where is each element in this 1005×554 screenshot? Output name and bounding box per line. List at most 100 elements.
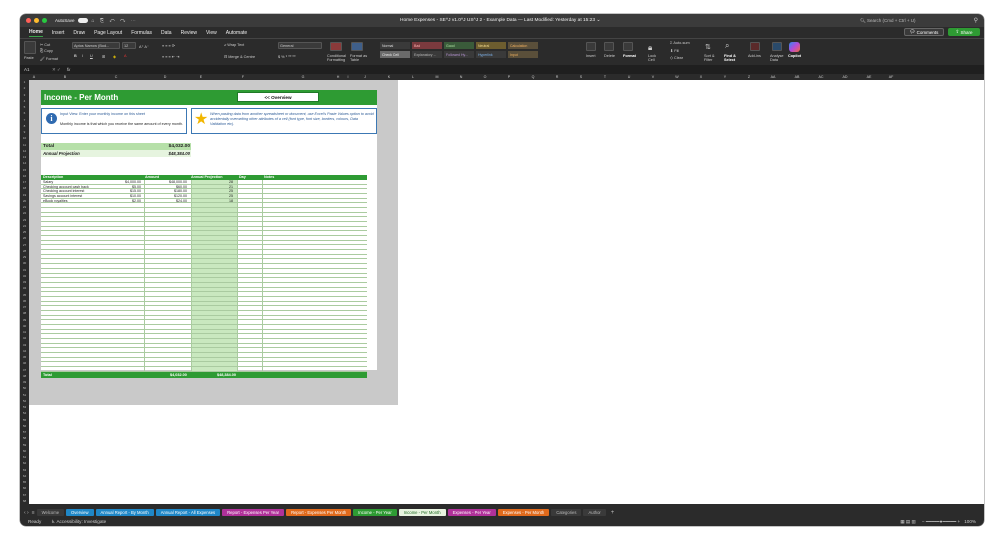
row-header[interactable]: 28: [20, 249, 29, 253]
row-header[interactable]: 55: [20, 418, 29, 422]
number-format-icons[interactable]: $ % ⁹ ⁰⁰ ⁰⁰: [278, 54, 295, 59]
sheet-tab[interactable]: Annual Report - All Expenses: [155, 509, 221, 516]
sheet-tab[interactable]: Expenses - Per Month: [497, 509, 550, 516]
row-header[interactable]: 8: [20, 124, 29, 128]
row-header[interactable]: 37: [20, 305, 29, 309]
row-header[interactable]: 68: [20, 499, 29, 503]
sheet-tab[interactable]: Overview: [66, 509, 94, 516]
conditional-formatting-button[interactable]: Conditional Formatting: [327, 54, 349, 62]
tab-page-layout[interactable]: Page Layout: [94, 30, 122, 36]
row-header[interactable]: 67: [20, 493, 29, 497]
row-header[interactable]: 15: [20, 168, 29, 172]
align-horizontal-icons[interactable]: ≡ ≡ ≡ ⇤ ⇥: [162, 54, 179, 59]
lock-cell-button[interactable]: Lock Cell: [648, 54, 662, 62]
row-header[interactable]: 11: [20, 143, 29, 147]
row-header[interactable]: 50: [20, 386, 29, 390]
bold-button[interactable]: B: [74, 54, 77, 58]
row-header[interactable]: 47: [20, 368, 29, 372]
row-header[interactable]: 20: [20, 199, 29, 203]
row-header[interactable]: 33: [20, 280, 29, 284]
row-header[interactable]: 26: [20, 236, 29, 240]
zoom-window-button[interactable]: [42, 18, 47, 23]
style-input[interactable]: Input: [508, 51, 538, 58]
row-header[interactable]: 38: [20, 311, 29, 315]
row-header[interactable]: 5: [20, 105, 29, 109]
delete-button[interactable]: Delete: [604, 54, 615, 58]
borders-button[interactable]: ⊞: [102, 54, 105, 59]
style-explanatory[interactable]: Explanatory ...: [412, 51, 442, 58]
tab-review[interactable]: Review: [181, 30, 197, 36]
format-cells-button[interactable]: Format: [623, 54, 636, 58]
delete-cells-icon[interactable]: [604, 42, 614, 51]
autosum-button[interactable]: Σ Auto-sum: [670, 41, 690, 45]
italic-button[interactable]: I: [82, 54, 83, 58]
format-as-table-icon[interactable]: [351, 42, 363, 51]
row-header[interactable]: 23: [20, 218, 29, 222]
zoom-level[interactable]: 100%: [964, 519, 976, 524]
row-header[interactable]: 32: [20, 274, 29, 278]
paste-icon[interactable]: [24, 41, 36, 54]
sheet-tab[interactable]: Author: [583, 509, 606, 516]
format-painter-button[interactable]: 🖌︎ Format: [40, 56, 58, 61]
style-hyperlink[interactable]: Hyperlink: [476, 51, 506, 58]
sheet-tab[interactable]: Report - Expenses Per Month: [286, 509, 352, 516]
row-header[interactable]: 39: [20, 318, 29, 322]
row-header[interactable]: 52: [20, 399, 29, 403]
row-header[interactable]: 65: [20, 480, 29, 484]
font-size-buttons[interactable]: A⁺ A⁻: [139, 44, 149, 49]
row-header[interactable]: 51: [20, 393, 29, 397]
sort-filter-button[interactable]: Sort & Filter: [704, 54, 718, 62]
row-header[interactable]: 30: [20, 261, 29, 265]
style-good[interactable]: Good: [444, 42, 474, 49]
format-cells-icon[interactable]: [623, 42, 633, 51]
insert-button[interactable]: Insert: [586, 54, 596, 58]
row-header[interactable]: 62: [20, 461, 29, 465]
tab-view[interactable]: View: [206, 30, 217, 36]
row-header[interactable]: 53: [20, 405, 29, 409]
sheet-tab[interactable]: Annual Report - By Month: [95, 509, 154, 516]
document-title[interactable]: Home Expenses - SE^J v1.0^J US^J 2 - Exa…: [400, 18, 600, 23]
search-box[interactable]: 🔍︎ Search (Cmd + Ctrl + U): [860, 18, 915, 24]
row-header[interactable]: 41: [20, 330, 29, 334]
row-header[interactable]: 6: [20, 111, 29, 115]
quick-access-icons[interactable]: ⌂ ⎘ ↶ ↷ ⋯: [92, 18, 138, 24]
insert-cells-icon[interactable]: [586, 42, 596, 51]
sheet-tab[interactable]: Income - Per Month: [398, 509, 446, 516]
row-header[interactable]: 57: [20, 430, 29, 434]
row-header[interactable]: 29: [20, 255, 29, 259]
row-header[interactable]: 3: [20, 93, 29, 97]
minimize-window-button[interactable]: [34, 18, 39, 23]
row-header[interactable]: 63: [20, 468, 29, 472]
row-header[interactable]: 13: [20, 155, 29, 159]
row-header[interactable]: 18: [20, 186, 29, 190]
row-header[interactable]: 25: [20, 230, 29, 234]
cut-button[interactable]: ✂ Cut: [40, 42, 50, 47]
row-header[interactable]: 21: [20, 205, 29, 209]
sheet-tab[interactable]: Expenses - Per Year: [447, 509, 496, 516]
style-check-cell[interactable]: Check Cell: [380, 51, 410, 58]
row-header[interactable]: 49: [20, 380, 29, 384]
total-row[interactable]: Total $4,032.00: [41, 143, 191, 150]
font-color-button[interactable]: A: [124, 54, 127, 58]
row-header[interactable]: 17: [20, 180, 29, 184]
zoom-slider[interactable]: − ━━━━━●━━━━━ +: [922, 519, 960, 525]
find-select-icon[interactable]: ⌕: [725, 41, 729, 51]
style-bad[interactable]: Bad: [412, 42, 442, 49]
row-header[interactable]: 1: [20, 80, 29, 84]
align-top-icons[interactable]: ≡ ≡ ≡ ⟳: [162, 43, 175, 48]
row-header[interactable]: 9: [20, 130, 29, 134]
row-header[interactable]: 2: [20, 86, 29, 90]
copilot-button[interactable]: Copilot: [788, 54, 801, 58]
row-header[interactable]: 61: [20, 455, 29, 459]
row-header[interactable]: 34: [20, 286, 29, 290]
name-box[interactable]: A1: [24, 67, 44, 72]
formula-input[interactable]: [76, 67, 984, 73]
row-header[interactable]: 40: [20, 324, 29, 328]
tab-scroll-arrows[interactable]: ‹ ›: [24, 510, 29, 516]
sheet-tab[interactable]: Income - Per Year: [353, 509, 397, 516]
view-buttons[interactable]: ▦ ▤ ▥: [900, 519, 916, 525]
row-header[interactable]: 48: [20, 374, 29, 378]
fx-icon[interactable]: fx: [67, 67, 71, 72]
tab-formulas[interactable]: Formulas: [131, 30, 152, 36]
add-ins-icon[interactable]: [750, 42, 760, 51]
